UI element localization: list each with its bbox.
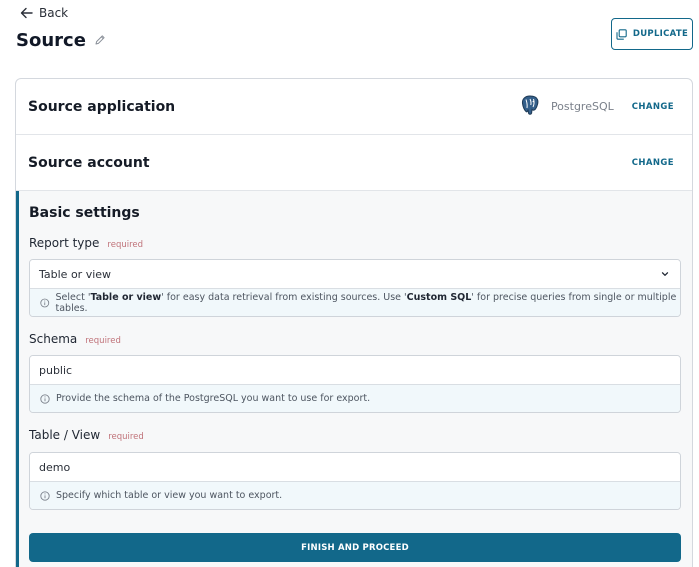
schema-value: public (39, 363, 73, 377)
duplicate-label: DUPLICATE (632, 29, 689, 39)
table-view-label-row: Table / View required (29, 428, 144, 442)
hint-bold-table-or-view: Table or view (90, 291, 162, 303)
basic-settings-title: Basic settings (29, 205, 140, 221)
source-application-row: Source application PostgreSQL CHANGE (16, 79, 692, 135)
required-badge: required (107, 240, 144, 250)
source-application-name: PostgreSQL (550, 100, 614, 113)
schema-hint: Provide the schema of the PostgreSQL you… (30, 385, 680, 412)
source-account-actions: CHANGE (632, 135, 674, 190)
hint-bold-custom-sql: Custom SQL (406, 291, 472, 303)
info-circle-icon (40, 298, 50, 307)
chevron-down-icon (661, 272, 669, 276)
hint-middle: ' for easy data retrieval from existing … (161, 291, 407, 303)
title-row: Source (16, 28, 106, 52)
change-account-button[interactable]: CHANGE (632, 158, 674, 168)
report-type-label-row: Report type required (29, 236, 143, 250)
table-view-input[interactable]: demo (30, 453, 680, 482)
arrow-left-icon (20, 7, 33, 19)
change-application-button[interactable]: CHANGE (632, 102, 674, 112)
postgresql-elephant-icon (519, 94, 541, 120)
required-badge: required (108, 432, 144, 442)
page-title: Source (16, 29, 86, 51)
report-type-label: Report type (29, 236, 100, 250)
source-account-row: Source account CHANGE (16, 135, 692, 191)
info-circle-icon (40, 490, 50, 501)
report-type-hint: Select 'Table or view' for easy data ret… (30, 289, 680, 316)
table-view-label: Table / View (29, 428, 101, 442)
schema-hint-text: Provide the schema of the PostgreSQL you… (56, 393, 371, 404)
basic-settings-section: Basic settings Report type required Tabl… (16, 191, 692, 567)
schema-label: Schema (29, 332, 78, 346)
report-type-field: Table or view Select 'Table or view' for… (29, 259, 681, 317)
schema-field: public Provide the schema of the Postgre… (29, 355, 681, 413)
hint-prefix: Select ' (55, 291, 91, 303)
table-view-value: demo (39, 460, 71, 474)
schema-label-row: Schema required (29, 332, 121, 346)
source-application-title: Source application (28, 98, 176, 115)
required-badge: required (85, 336, 121, 346)
duplicate-button[interactable]: DUPLICATE (611, 18, 693, 50)
copy-icon (616, 28, 627, 40)
table-view-field: demo Specify which table or view you wan… (29, 452, 681, 510)
finish-and-proceed-button[interactable]: FINISH AND PROCEED (29, 533, 681, 562)
info-circle-icon (40, 393, 50, 404)
report-type-value: Table or view (39, 267, 112, 281)
source-card: Source application PostgreSQL CHANGE Sou… (15, 78, 693, 567)
source-application-actions: PostgreSQL CHANGE (519, 79, 674, 134)
table-view-hint-text: Specify which table or view you want to … (56, 490, 283, 501)
back-link[interactable]: Back (20, 4, 68, 22)
schema-input[interactable]: public (30, 356, 680, 385)
pencil-icon[interactable] (94, 34, 106, 46)
report-type-hint-text: Select 'Table or view' for easy data ret… (56, 292, 680, 314)
source-account-title: Source account (28, 154, 150, 171)
report-type-select[interactable]: Table or view (30, 260, 680, 289)
table-view-hint: Specify which table or view you want to … (30, 482, 680, 509)
finish-and-proceed-label: FINISH AND PROCEED (301, 542, 409, 553)
back-label: Back (39, 6, 69, 20)
